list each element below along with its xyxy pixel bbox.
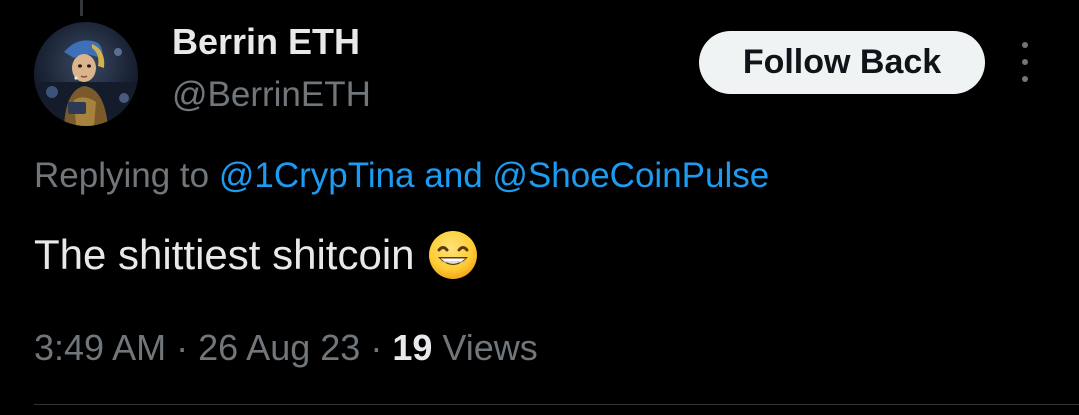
tweet-date[interactable]: 26 Aug 23	[198, 327, 360, 368]
tweet-time[interactable]: 3:49 AM	[34, 327, 166, 368]
tweet-text: The shittiest shitcoin	[34, 231, 415, 278]
replying-to-line: Replying to @1CrypTina and @ShoeCoinPuls…	[34, 154, 769, 198]
more-dot	[1022, 42, 1028, 48]
more-dot	[1022, 76, 1028, 82]
follow-back-button[interactable]: Follow Back	[699, 31, 985, 94]
more-options-icon[interactable]	[1012, 42, 1038, 82]
author-handle[interactable]: @BerrinETH	[172, 74, 371, 116]
views-label: Views	[442, 327, 538, 368]
mention-link-shoecoinpulse[interactable]: @ShoeCoinPulse	[492, 156, 769, 195]
mention-link-1crypttina[interactable]: @1CrypTina	[219, 156, 415, 195]
mention-joiner: and	[424, 156, 483, 195]
avatar[interactable]	[34, 22, 138, 126]
tweet-body: The shittiest shitcoin	[34, 228, 479, 282]
tweet-metadata: 3:49 AM · 26 Aug 23 · 19 Views	[34, 326, 538, 370]
grinning-face-with-smiling-eyes-icon	[428, 231, 477, 279]
author-display-name[interactable]: Berrin ETH	[172, 20, 360, 64]
divider	[34, 404, 1079, 405]
meta-separator: ·	[176, 327, 189, 368]
thread-connector-line	[80, 0, 83, 16]
more-dot	[1022, 59, 1028, 65]
avatar-image	[34, 22, 138, 126]
views-count: 19	[392, 327, 433, 368]
meta-separator: ·	[370, 327, 383, 368]
replying-prefix: Replying to	[34, 156, 210, 195]
